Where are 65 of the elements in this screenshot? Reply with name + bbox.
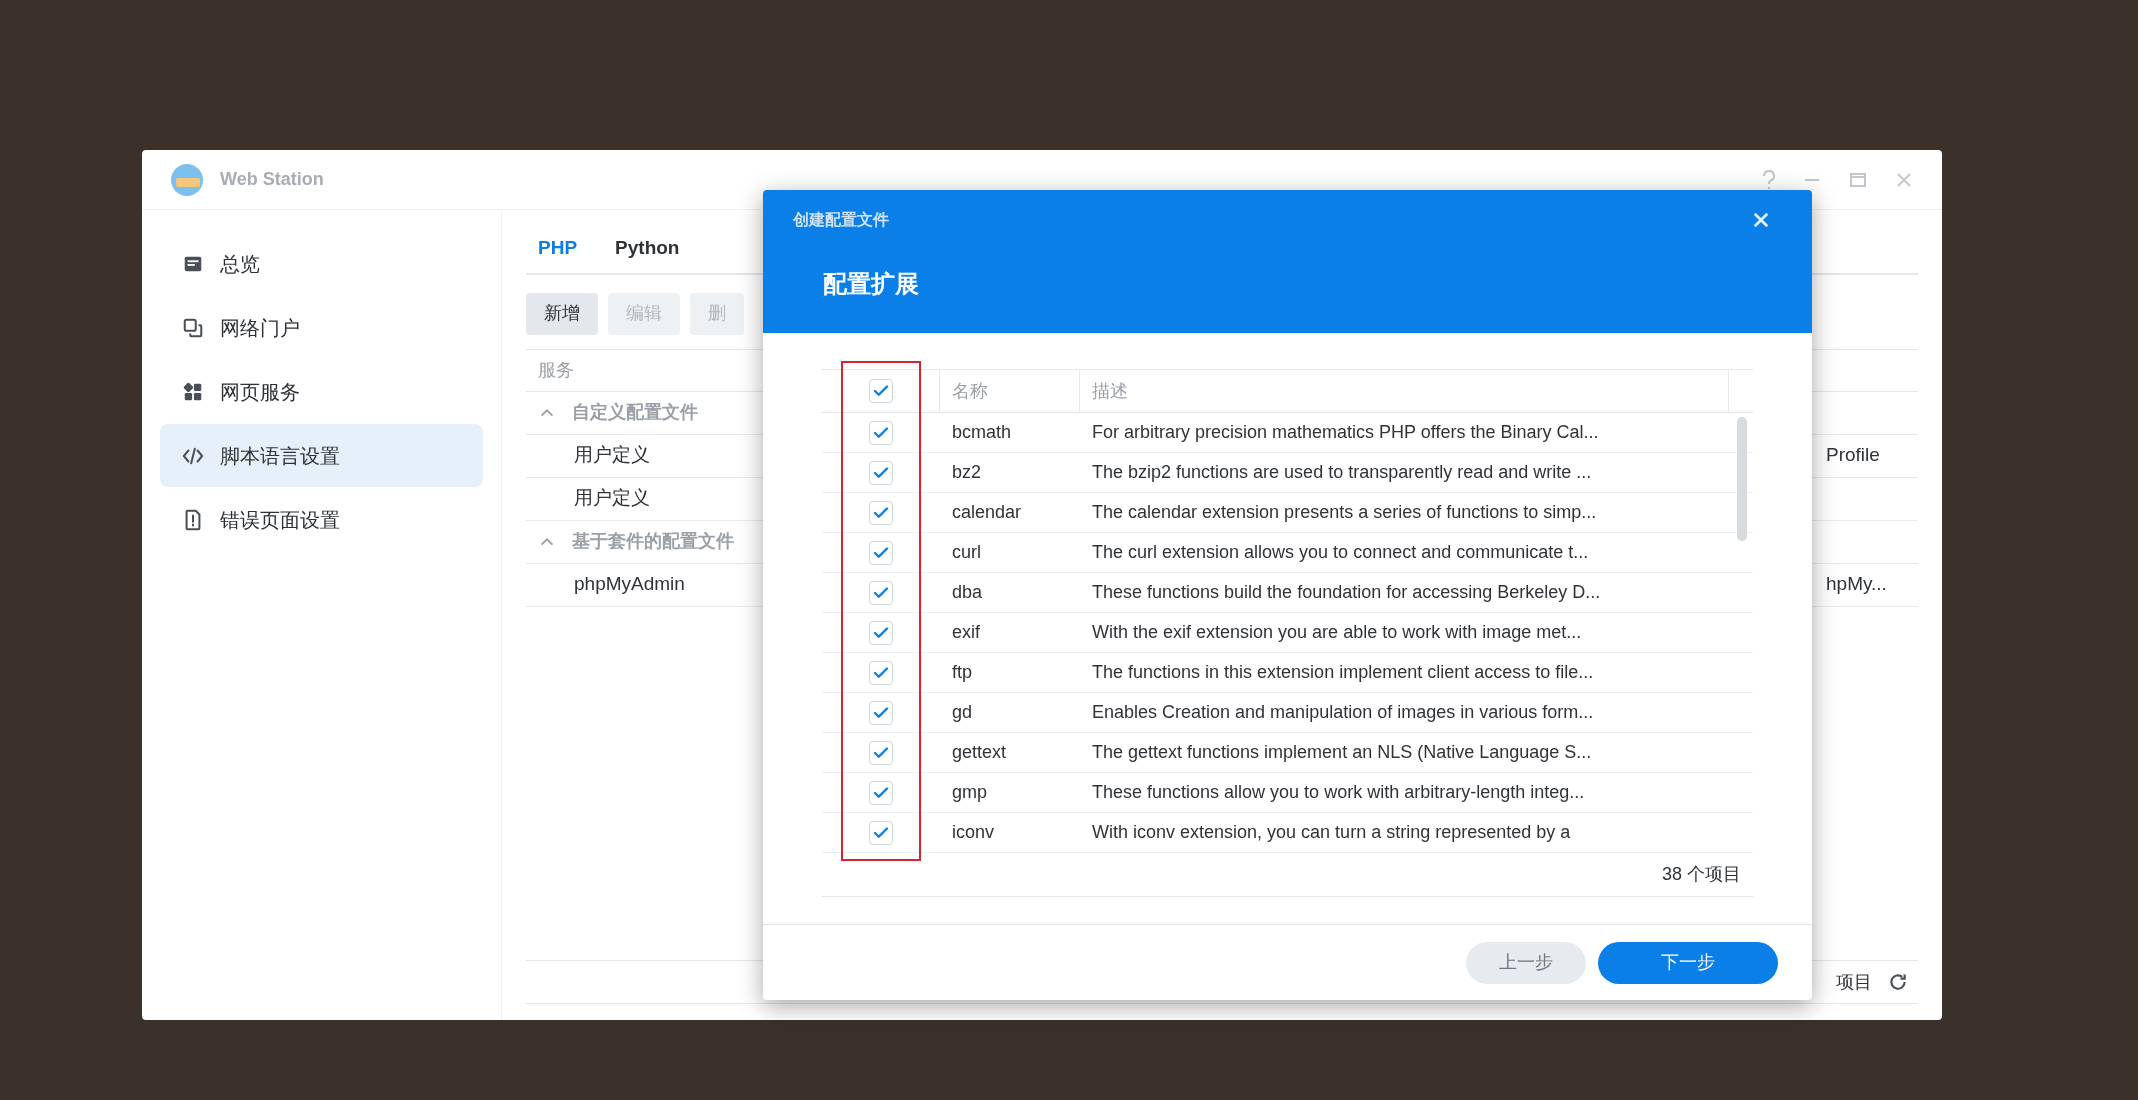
table-cell-text: ftp — [951, 661, 973, 684]
sidebar-item[interactable]: 网页服务 — [160, 360, 483, 423]
globe-app-icon — [170, 162, 204, 197]
checkbox[interactable] — [869, 540, 893, 565]
group-label: 基于套件的配置文件 — [572, 530, 734, 553]
table-cell-text: For arbitrary precision mathematics PHP offers the Binary Cal... — [1091, 421, 1600, 444]
checkbox[interactable] — [869, 820, 893, 845]
scrollbar[interactable] — [1737, 417, 1747, 541]
table-cell-text: With the exif extension you are able to work with image met... — [1091, 621, 1583, 644]
table-cell-text: hpMy... — [1826, 572, 1888, 597]
table-cell-text: phpMyAdmin — [573, 572, 685, 597]
window-title: Web Station — [220, 168, 324, 191]
checkbox[interactable] — [869, 780, 893, 805]
table-cell-text: gd — [951, 701, 974, 724]
table-cell-text: iconv — [951, 821, 996, 844]
table-cell-text: The bzip2 functions are used to transparently read and write ... — [1091, 461, 1593, 484]
table-cell-text: gmp — [951, 781, 988, 804]
column-header: 名称 — [940, 370, 1080, 412]
table-cell-text: calendar — [951, 501, 1023, 524]
checkbox[interactable] — [869, 580, 893, 605]
table-cell-text: curl — [951, 541, 982, 564]
column-header: 服务 — [538, 358, 574, 382]
table-cell-text: With iconv extension, you can turn a string represented by a — [1091, 821, 1572, 844]
back-button[interactable]: 上一步 — [1466, 941, 1586, 984]
table-cell-text: Profile — [1826, 443, 1881, 468]
table-cell-text: dba — [951, 581, 984, 604]
toolbar-button[interactable]: 新增 — [526, 292, 598, 335]
dialog-heading: 配置扩展 — [823, 269, 920, 299]
table-cell-text: exif — [951, 621, 981, 644]
table-cell-text: bcmath — [951, 421, 1013, 444]
table-cell-text: These functions allow you to work with arbitrary-length integ... — [1091, 781, 1586, 804]
dialog-title: 创建配置文件 — [793, 210, 889, 230]
checkbox[interactable] — [868, 379, 893, 403]
grid-icon — [182, 380, 204, 403]
checkbox[interactable] — [869, 700, 893, 725]
table-cell-text: The curl extension allows you to connect and communicate t... — [1091, 541, 1590, 564]
table-cell-text: 用户定义 — [573, 486, 650, 511]
sidebar-item[interactable]: 网络门户 — [160, 296, 483, 359]
sidebar-item[interactable]: 脚本语言设置 — [160, 424, 483, 487]
tab[interactable]: Python — [615, 234, 680, 263]
table-cell-text: gettext — [951, 741, 1008, 764]
overlapping-squares-icon — [182, 316, 204, 339]
table-cell-text: These functions build the foundation for accessing Berkeley D... — [1091, 581, 1602, 604]
table-cell-text: The functions in this extension implement client access to file... — [1091, 661, 1595, 684]
checkbox[interactable] — [869, 740, 893, 765]
tab[interactable]: PHP — [538, 234, 578, 263]
table-cell-text: The calendar extension presents a series of functions to simp... — [1091, 501, 1598, 524]
group-label: 自定义配置文件 — [572, 401, 698, 424]
checkbox[interactable] — [869, 620, 893, 645]
checkbox[interactable] — [869, 500, 893, 525]
table-cell-text: The gettext functions implement an NLS (Native Language S... — [1091, 741, 1593, 764]
column-header: 描述 — [1080, 370, 1729, 412]
next-button[interactable]: 下一步 — [1598, 941, 1778, 984]
table-cell-text: 用户定义 — [573, 443, 650, 468]
checkbox[interactable] — [869, 420, 893, 445]
table-cell-text: bz2 — [951, 461, 983, 484]
table-cell-text: Enables Creation and manipulation of images in various form... — [1091, 701, 1595, 724]
sidebar-item[interactable]: 错误页面设置 — [160, 488, 483, 551]
sidebar-item[interactable]: 总览 — [160, 232, 483, 295]
checkbox[interactable] — [869, 460, 893, 485]
close-icon[interactable] — [1752, 211, 1770, 229]
refresh-icon[interactable] — [1888, 972, 1908, 992]
item-count: 38 个项目 — [1661, 863, 1741, 886]
checkbox[interactable] — [869, 660, 893, 685]
item-count: 项目 — [1836, 970, 1872, 994]
